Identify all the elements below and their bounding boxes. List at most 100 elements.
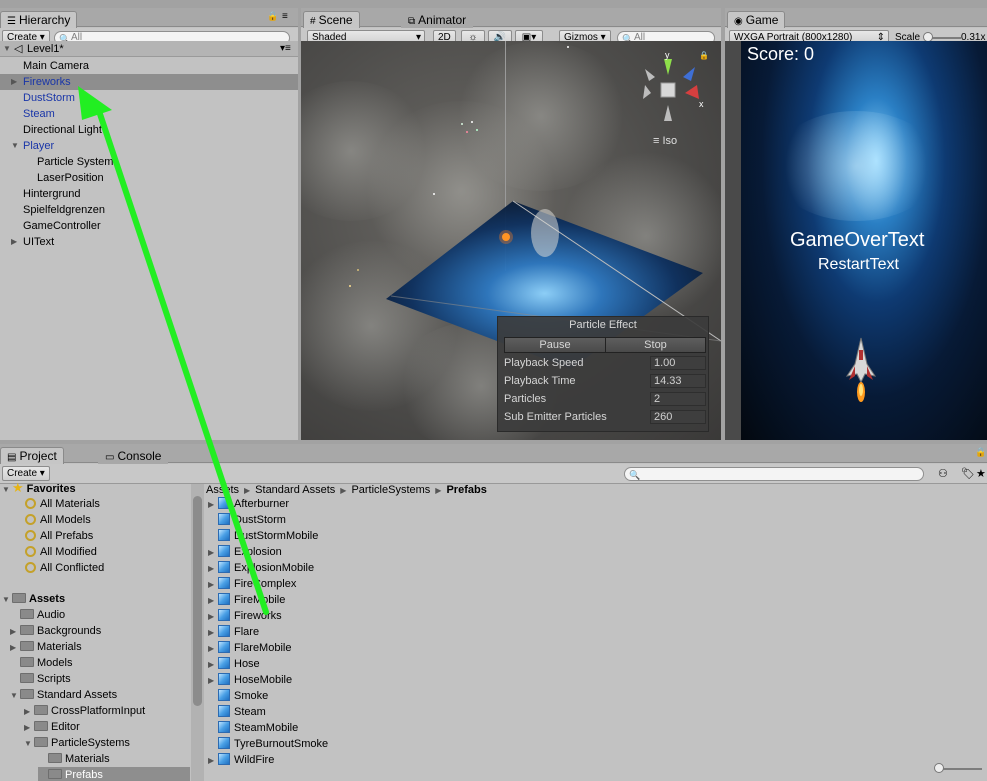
tree-scrollbar[interactable] [191,484,204,781]
hierarchy-item[interactable]: ▶ UIText [0,234,298,250]
collapse-arrow-icon[interactable]: ▼ [2,592,12,608]
stop-button[interactable]: Stop [605,337,706,353]
expanded-arrow-icon[interactable]: ▼ [11,138,19,154]
prefab-item[interactable]: ▶ Explosion [208,544,282,560]
breadcrumb-item[interactable]: Standard Assets [255,484,335,496]
prefab-item[interactable]: ▶ ExplosionMobile [208,560,314,576]
breadcrumb-item[interactable]: Assets [206,484,239,496]
filter-by-label-icon[interactable]: 🏷 [961,467,975,480]
assets-header[interactable]: ▼ Assets [0,591,65,607]
asset-folder-item[interactable]: Prefabs [38,767,190,781]
collapsed-arrow-icon[interactable]: ▶ [11,74,17,90]
expanded-arrow-icon[interactable]: ▼ [10,688,20,704]
tab-console[interactable]: ▭ Console [98,447,169,464]
project-search-input[interactable]: 🔍 [624,467,924,481]
tab-project[interactable]: ▤ Project [0,447,64,464]
prefab-item[interactable]: ▶ Flare [208,624,259,640]
favorite-item[interactable]: All Materials [25,496,100,512]
prefab-item[interactable]: ▶ Hose [208,656,260,672]
prefab-item[interactable]: ▶ FireComplex [208,576,296,592]
hierarchy-item[interactable]: Particle System [0,154,298,170]
hierarchy-item[interactable]: Hintergrund [0,186,298,202]
asset-folder-item[interactable]: ▶ Editor [24,719,190,735]
asset-folder-item[interactable]: ▶ Backgrounds [10,623,190,639]
projection-label[interactable]: ≡ Iso [653,135,677,147]
collapsed-arrow-icon[interactable]: ▶ [208,673,218,689]
game-viewport[interactable]: Score: 0 GameOverText RestartText [725,41,987,440]
prefab-item[interactable]: DustStorm [208,512,286,528]
tree-scrollbar-thumb[interactable] [193,496,202,706]
collapsed-arrow-icon[interactable]: ▶ [10,624,20,640]
scene-menu-icon[interactable]: ▾≡ [280,41,291,57]
tab-animator[interactable]: ⧉ Animator [401,11,474,28]
collapse-arrow-icon[interactable]: ▼ [3,41,11,57]
asset-folder-item[interactable]: ▼ ParticleSystems [24,735,190,751]
breadcrumb-item[interactable]: ParticleSystems [351,484,430,496]
prefab-item[interactable]: ▶ FireMobile [208,592,285,608]
collapsed-arrow-icon[interactable]: ▶ [11,234,17,250]
collapsed-arrow-icon[interactable]: ▶ [208,753,218,769]
hierarchy-item[interactable]: ▶ Fireworks [0,74,298,90]
particle-effect-value-field[interactable]: 1.00 [650,356,706,370]
asset-folder-item[interactable]: ▼ Standard Assets [10,687,190,703]
prefab-item[interactable]: DustStormMobile [208,528,318,544]
asset-folder-item[interactable]: ▶ Materials [10,639,190,655]
tab-scene[interactable]: # Scene [303,11,360,28]
particle-effect-value-field[interactable]: 260 [650,410,706,424]
lock-icon[interactable]: 🔒 [267,11,278,22]
prefab-item[interactable]: ▶ HoseMobile [208,672,292,688]
collapsed-arrow-icon[interactable]: ▶ [208,497,218,513]
pause-button[interactable]: Pause [504,337,606,353]
favorite-item[interactable]: All Modified [25,544,97,560]
expanded-arrow-icon[interactable]: ▼ [24,736,34,752]
hierarchy-item[interactable]: Directional Light [0,122,298,138]
collapse-arrow-icon[interactable]: ▼ [2,482,12,498]
hierarchy-item[interactable]: Steam [0,106,298,122]
asset-folder-item[interactable]: Audio [10,607,190,623]
favorites-header[interactable]: ▼ ★ Favorites [0,480,76,496]
prefab-item[interactable]: SteamMobile [208,720,298,736]
breadcrumb-item[interactable]: Prefabs [446,484,486,496]
project-create-dropdown[interactable]: Create ▾ [2,466,50,481]
collapsed-arrow-icon[interactable]: ▶ [208,593,218,609]
collapsed-arrow-icon[interactable]: ▶ [208,609,218,625]
collapsed-arrow-icon[interactable]: ▶ [10,640,20,656]
particle-effect-value-field[interactable]: 14.33 [650,374,706,388]
asset-folder-item[interactable]: Scripts [10,671,190,687]
hierarchy-item[interactable]: Spielfeldgrenzen [0,202,298,218]
favorite-item[interactable]: All Conflicted [25,560,104,576]
prefab-item[interactable]: ▶ Afterburner [208,496,289,512]
prefab-item[interactable]: ▶ Fireworks [208,608,282,624]
tab-hierarchy[interactable]: ☰ Hierarchy [0,11,78,28]
collapsed-arrow-icon[interactable]: ▶ [208,657,218,673]
icon-size-slider-thumb[interactable] [934,763,944,773]
prefab-item[interactable]: TyreBurnoutSmoke [208,736,328,752]
tab-game[interactable]: ◉ Game [727,11,786,28]
hierarchy-item[interactable]: LaserPosition [0,170,298,186]
scene-viewport[interactable]: y x 🔒 ≡ Iso Particle Effect Pause Stop P… [301,41,721,440]
favorite-star-icon[interactable]: ★ [976,467,986,480]
collapsed-arrow-icon[interactable]: ▶ [208,561,218,577]
hierarchy-item[interactable]: ▼ Player [0,138,298,154]
hierarchy-item[interactable]: Main Camera [0,58,298,74]
game-canvas[interactable]: Score: 0 GameOverText RestartText [741,41,987,440]
prefab-item[interactable]: Steam [208,704,266,720]
scene-gizmo-icon[interactable]: y x [641,53,711,123]
lock-icon[interactable]: 🔒 [975,447,986,458]
lock-icon[interactable]: 🔒 [699,51,709,60]
collapsed-arrow-icon[interactable]: ▶ [208,641,218,657]
hierarchy-item[interactable]: GameController [0,218,298,234]
panel-menu-icon[interactable]: ≡ [282,11,288,22]
scene-root-row[interactable]: ▼ ◁ Level1* ▾≡ [0,41,298,57]
collapsed-arrow-icon[interactable]: ▶ [24,704,34,720]
prefab-item[interactable]: ▶ FlareMobile [208,640,291,656]
prefab-item[interactable]: ▶ WildFire [208,752,274,768]
filter-by-type-icon[interactable]: ⚇ [938,467,948,480]
hierarchy-item[interactable]: DustStorm [0,90,298,106]
collapsed-arrow-icon[interactable]: ▶ [208,625,218,641]
asset-folder-item[interactable]: ▶ CrossPlatformInput [24,703,190,719]
collapsed-arrow-icon[interactable]: ▶ [24,720,34,736]
favorite-item[interactable]: All Models [25,512,91,528]
asset-folder-item[interactable]: Models [10,655,190,671]
asset-folder-item[interactable]: Materials [38,751,190,767]
